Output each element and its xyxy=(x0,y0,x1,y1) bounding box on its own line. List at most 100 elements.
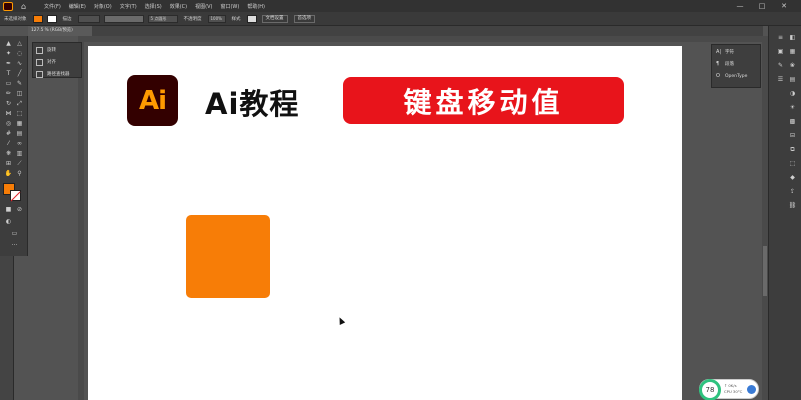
direct-selection-icon[interactable]: △ xyxy=(15,40,24,48)
selection-tool-icon[interactable]: ▲ xyxy=(4,40,13,48)
left-strip xyxy=(0,256,14,400)
monitor-status-icon xyxy=(747,385,756,394)
character-panel-group: A| 字符 ¶ 段落 O OpenType xyxy=(711,44,761,88)
menu-select[interactable]: 选择(S) xyxy=(145,3,162,10)
banner-text: 键盘移动值 xyxy=(403,85,564,119)
curvature-icon[interactable]: ∿ xyxy=(15,60,24,68)
ai-logo-icon[interactable] xyxy=(3,1,13,11)
menu-object[interactable]: 对象(O) xyxy=(94,3,112,10)
slice-tool-icon[interactable]: ⟋ xyxy=(15,160,24,168)
shape-builder-icon[interactable]: ◎ xyxy=(4,120,13,128)
opacity-field[interactable]: 100% xyxy=(207,14,226,23)
panel-item-label: 段落 xyxy=(725,62,734,67)
none-color-icon[interactable]: ⊘ xyxy=(15,206,24,214)
right-panel-dock: ≡ ◧ ▣ ▦ ✎ ❀ ☰ ▤ ◑ ☀ ▩ ⊟ ⧉ ⬚ ◆ ⇪ ⛓ xyxy=(768,26,801,400)
brushes-icon[interactable]: ✎ xyxy=(776,62,785,70)
menu-file[interactable]: 文件(F) xyxy=(44,3,61,10)
eyedropper-icon[interactable]: ⁄ xyxy=(4,140,13,148)
color-mode-icon[interactable]: ■ xyxy=(4,206,13,214)
eraser-icon[interactable]: ◫ xyxy=(15,90,24,98)
rotate-tool-icon[interactable]: ↻ xyxy=(4,100,13,108)
stroke-swatch[interactable] xyxy=(46,14,57,23)
perspective-grid-icon[interactable]: ▦ xyxy=(15,120,24,128)
transform-icon[interactable]: ⬚ xyxy=(788,160,797,168)
layers-icon[interactable]: ◧ xyxy=(788,34,797,42)
free-transform-icon[interactable]: ⬚ xyxy=(15,110,24,118)
blend-tool-icon[interactable]: ∞ xyxy=(15,140,24,148)
mesh-tool-icon[interactable]: # xyxy=(4,130,13,138)
panel-item-character[interactable]: A| 字符 xyxy=(712,47,760,57)
graph-tool-icon[interactable]: ▥ xyxy=(15,150,24,158)
paragraph-icon: ¶ xyxy=(716,61,720,67)
maximize-button[interactable]: □ xyxy=(751,2,773,10)
more-tools-icon[interactable]: ··· xyxy=(10,242,19,250)
menu-window[interactable]: 窗口(W) xyxy=(220,3,239,10)
flyout-item-label: 对齐 xyxy=(47,60,56,65)
stroke-weight-field[interactable] xyxy=(77,14,100,23)
preferences-button[interactable]: 首选项 xyxy=(293,14,315,23)
artboard-tool-icon[interactable]: ⊞ xyxy=(4,160,13,168)
menu-help[interactable]: 帮助(H) xyxy=(247,3,265,10)
align-icon[interactable]: ⊟ xyxy=(788,132,797,140)
style-label: 样式 xyxy=(231,16,241,22)
window-buttons: — □ ✕ xyxy=(729,2,795,10)
stroke-color-icon[interactable] xyxy=(10,190,21,201)
magic-wand-icon[interactable]: ✦ xyxy=(4,50,13,58)
panel-item-opentype[interactable]: O OpenType xyxy=(712,71,760,81)
symbols-icon[interactable]: ❀ xyxy=(788,62,797,70)
selection-status: 未选择对象 xyxy=(4,16,27,22)
illustrator-window: ⌂ 文件(F) 编辑(E) 对象(O) 文字(T) 选择(S) 效果(C) 视图… xyxy=(0,0,801,400)
menu-type[interactable]: 文字(T) xyxy=(120,3,137,10)
scale-tool-icon[interactable]: ⤢ xyxy=(15,100,24,108)
panel-item-paragraph[interactable]: ¶ 段落 xyxy=(712,59,760,69)
hand-tool-icon[interactable]: ✋ xyxy=(4,170,13,178)
document-tab[interactable]: 127.5 % (RGB/预览) xyxy=(28,26,92,36)
appearance-icon[interactable]: ☀ xyxy=(788,104,797,112)
gradient-tool-icon[interactable]: ▤ xyxy=(15,130,24,138)
rectangle-tool-icon[interactable]: ▭ xyxy=(4,80,13,88)
zoom-tool-icon[interactable]: ⚲ xyxy=(15,170,24,178)
screen-mode-icon[interactable]: ▭ xyxy=(10,230,19,238)
brush-definition[interactable]: 5 点圆形 xyxy=(147,14,178,23)
transparency-icon[interactable]: ◑ xyxy=(788,90,797,98)
paintbrush-icon[interactable]: ✎ xyxy=(15,80,24,88)
system-monitor-widget[interactable]: 78 ↑ 0K/s CPU 30°C xyxy=(699,379,759,400)
swatches-icon[interactable]: ▦ xyxy=(788,48,797,56)
graphic-styles-icon[interactable]: ▩ xyxy=(788,118,797,126)
style-swatch[interactable] xyxy=(246,14,257,23)
close-button[interactable]: ✕ xyxy=(773,2,795,10)
cpu-percent-badge: 78 xyxy=(699,379,721,400)
type-tool-icon[interactable]: T xyxy=(4,70,13,78)
color-guide-icon[interactable]: ◆ xyxy=(788,174,797,182)
scrollbar-thumb[interactable] xyxy=(763,246,767,296)
orange-rounded-square[interactable] xyxy=(186,215,270,298)
line-tool-icon[interactable]: ╱ xyxy=(15,70,24,78)
stroke-panel-icon[interactable]: ☰ xyxy=(776,76,785,84)
flyout-item-align[interactable]: 对齐 xyxy=(33,57,81,67)
rotate-panel-icon xyxy=(36,46,43,54)
minimize-button[interactable]: — xyxy=(729,2,751,10)
draw-mode-icon[interactable]: ◐ xyxy=(4,218,13,226)
properties-icon[interactable]: ≡ xyxy=(776,34,785,42)
menu-effect[interactable]: 效果(C) xyxy=(170,3,187,10)
document-setup-button[interactable]: 文档设置 xyxy=(261,14,288,23)
menu-edit[interactable]: 编辑(E) xyxy=(69,3,86,10)
flyout-item-rotate[interactable]: 旋转 xyxy=(33,45,81,55)
gradient-panel-icon[interactable]: ▤ xyxy=(788,76,797,84)
stroke-label: 描边 xyxy=(62,16,72,22)
fill-swatch[interactable] xyxy=(32,14,43,23)
home-icon[interactable]: ⌂ xyxy=(19,2,28,11)
menu-bar: ⌂ 文件(F) 编辑(E) 对象(O) 文字(T) 选择(S) 效果(C) 视图… xyxy=(0,0,801,12)
menu-view[interactable]: 视图(V) xyxy=(195,3,212,10)
width-tool-icon[interactable]: ⋈ xyxy=(4,110,13,118)
flyout-item-pathfinder[interactable]: 路径查找器 xyxy=(33,69,81,79)
symbol-sprayer-icon[interactable]: ❋ xyxy=(4,150,13,158)
export-icon[interactable]: ⇪ xyxy=(788,188,797,196)
libraries-icon[interactable]: ▣ xyxy=(776,48,785,56)
pen-tool-icon[interactable]: ✒ xyxy=(4,60,13,68)
pathfinder-icon[interactable]: ⧉ xyxy=(788,146,797,154)
variable-width-field[interactable] xyxy=(103,14,144,23)
pencil-icon[interactable]: ✏ xyxy=(4,90,13,98)
links-icon[interactable]: ⛓ xyxy=(788,202,797,210)
lasso-icon[interactable]: ◌ xyxy=(15,50,24,58)
